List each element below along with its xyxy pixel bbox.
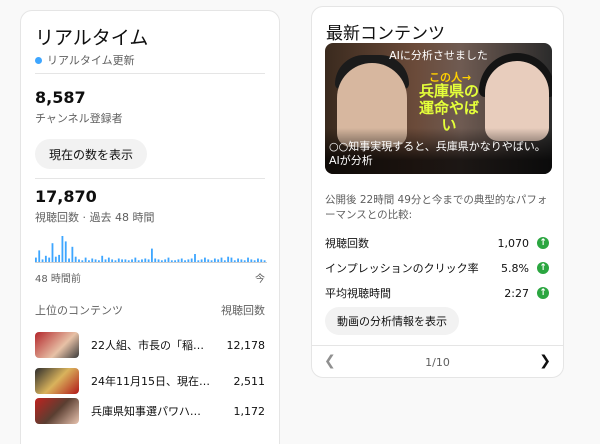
- divider: [35, 178, 265, 179]
- show-current-count-button[interactable]: 現在の数を表示: [35, 139, 148, 169]
- views-count: 17,870: [35, 187, 97, 206]
- chart-axis-end: 今: [255, 274, 265, 285]
- video-thumbnail: [35, 332, 79, 358]
- latest-content-card: 最新コンテンツ AIに分析させました この人→ 兵庫県の運命やばい ○○知事実現…: [311, 6, 564, 378]
- views-bar: [61, 236, 64, 263]
- video-title: ○○知事実現すると、兵庫県かなりやばい。AIが分析: [329, 140, 546, 167]
- top-content-row[interactable]: 22人組、市長の「稲村… 12,178: [35, 331, 265, 359]
- views-bar: [151, 248, 153, 263]
- views-bar: [38, 250, 41, 263]
- chevron-right-icon[interactable]: ❯: [539, 353, 551, 369]
- views-bar: [64, 241, 67, 263]
- live-label: リアルタイム更新: [47, 54, 135, 67]
- realtime-card: リアルタイム リアルタイム更新 8,587 チャンネル登録者 現在の数を表示 1…: [20, 10, 280, 444]
- row-views: 12,178: [226, 338, 266, 352]
- metric-value: 2:27: [504, 286, 529, 300]
- metric-row: 視聴回数 1,070 ↑: [325, 234, 549, 252]
- views-bar: [101, 255, 104, 263]
- views-column-header: 視聴回数: [221, 304, 265, 317]
- subscriber-label: チャンネル登録者: [35, 112, 123, 125]
- row-title: 24年11月15日、現在、C…: [91, 375, 211, 388]
- live-dot-icon: [35, 56, 42, 64]
- realtime-live-status: リアルタイム更新: [35, 52, 135, 68]
- metric-value: 5.8%: [501, 261, 529, 275]
- video-thumbnail: [35, 368, 79, 394]
- latest-content-title: 最新コンテンツ: [326, 24, 445, 44]
- thumbnail-caption: AIに分析させました: [389, 49, 488, 62]
- view-video-analytics-button[interactable]: 動画の分析情報を表示: [325, 307, 459, 335]
- thumbnail-headline: 兵庫県の運命やばい: [418, 82, 479, 134]
- metric-label: 平均視聴時間: [325, 287, 391, 300]
- video-thumbnail: [35, 398, 79, 424]
- row-views: 2,511: [233, 374, 266, 388]
- chart-axis-start: 48 時間前: [35, 274, 81, 285]
- divider: [35, 73, 265, 74]
- top-content-row[interactable]: 24年11月15日、現在、C… 2,511: [35, 367, 265, 395]
- arrow-up-icon: ↑: [537, 237, 549, 249]
- views-bar: [44, 255, 47, 263]
- views-bar: [58, 254, 61, 263]
- metric-label: インプレッションのクリック率: [325, 262, 479, 275]
- subscriber-count: 8,587: [35, 88, 86, 107]
- views-label: 視聴回数 · 過去 48 時間: [35, 211, 155, 224]
- views-bar: [194, 254, 196, 263]
- performance-description: 公開後 22時間 49分と今までの典型的なパフォーマンスとの比較:: [325, 194, 548, 221]
- top-content-header: 上位のコンテンツ: [35, 304, 123, 317]
- views-bar: [71, 246, 74, 263]
- metric-label: 視聴回数: [325, 237, 369, 250]
- row-title: 22人組、市長の「稲村…: [91, 339, 211, 352]
- views-bar-chart: [35, 236, 267, 263]
- pager-indicator: 1/10: [425, 356, 450, 369]
- divider: [312, 345, 563, 346]
- arrow-up-icon: ↑: [537, 287, 549, 299]
- metric-value: 1,070: [497, 236, 530, 250]
- row-title: 兵庫県知事選パワハラ疑…: [91, 405, 211, 418]
- realtime-title: リアルタイム: [35, 27, 149, 49]
- metric-row: 平均視聴時間 2:27 ↑: [325, 284, 549, 302]
- row-views: 1,172: [233, 404, 266, 418]
- views-bar: [51, 243, 54, 263]
- arrow-up-icon: ↑: [537, 262, 549, 274]
- top-content-row[interactable]: 兵庫県知事選パワハラ疑… 1,172: [35, 397, 265, 425]
- metric-row: インプレッションのクリック率 5.8% ↑: [325, 259, 549, 277]
- video-thumbnail[interactable]: AIに分析させました この人→ 兵庫県の運命やばい ○○知事実現すると、兵庫県か…: [325, 43, 552, 174]
